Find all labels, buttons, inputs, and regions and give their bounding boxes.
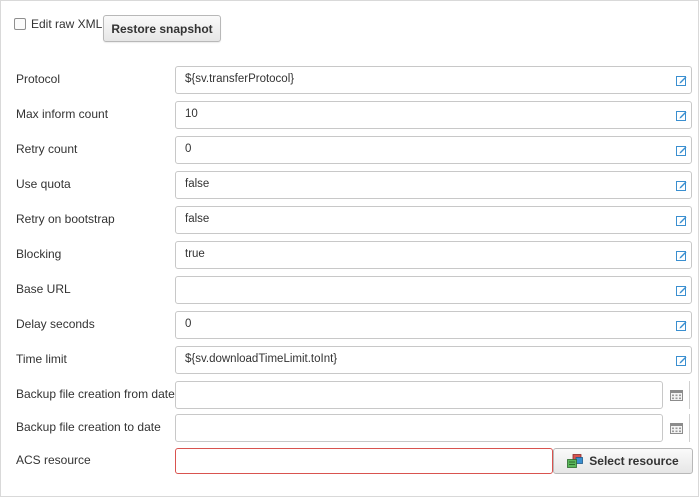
calendar-icon[interactable]: [663, 381, 690, 409]
edit-icon[interactable]: [676, 320, 687, 331]
edit-raw-xml-toggle[interactable]: Edit raw XML: [14, 17, 102, 31]
field-value: ${sv.downloadTimeLimit.toInt}: [185, 353, 338, 365]
field-label: Backup file creation from date: [16, 387, 175, 401]
field-value: false: [185, 178, 210, 190]
edit-raw-xml-checkbox[interactable]: [14, 18, 26, 30]
select-resource-button[interactable]: Select resource: [553, 448, 693, 474]
edit-icon[interactable]: [676, 285, 687, 296]
select-resource-label: Select resource: [589, 454, 679, 468]
field-row-retry-on-bootstrap: Retry on bootstrap false: [1, 206, 698, 234]
acs-resource-input[interactable]: [175, 448, 553, 474]
field-value: 10: [185, 108, 198, 120]
field-value: true: [185, 248, 205, 260]
edit-icon[interactable]: [676, 75, 687, 86]
field-label: Protocol: [16, 72, 61, 86]
calendar-icon[interactable]: [663, 414, 690, 442]
backup-to-date-input[interactable]: [175, 414, 663, 442]
edit-raw-xml-label: Edit raw XML: [31, 17, 103, 31]
field-row-backup-to-date: Backup file creation to date: [1, 414, 698, 442]
use-quota-input[interactable]: false: [175, 171, 692, 199]
field-label: Use quota: [16, 177, 71, 191]
field-label: ACS resource: [16, 453, 91, 467]
edit-icon[interactable]: [676, 215, 687, 226]
field-row-time-limit: Time limit ${sv.downloadTimeLimit.toInt}: [1, 346, 698, 374]
edit-icon[interactable]: [676, 355, 687, 366]
retry-on-bootstrap-input[interactable]: false: [175, 206, 692, 234]
time-limit-input[interactable]: ${sv.downloadTimeLimit.toInt}: [175, 346, 692, 374]
edit-icon[interactable]: [676, 250, 687, 261]
edit-icon[interactable]: [676, 180, 687, 191]
field-label: Retry on bootstrap: [16, 212, 115, 226]
field-label: Time limit: [16, 352, 67, 366]
field-value: false: [185, 213, 210, 225]
field-label: Delay seconds: [16, 317, 95, 331]
delay-seconds-input[interactable]: 0: [175, 311, 692, 339]
restore-snapshot-button[interactable]: Restore snapshot: [103, 15, 221, 42]
retry-count-input[interactable]: 0: [175, 136, 692, 164]
field-row-protocol: Protocol ${sv.transferProtocol}: [1, 66, 698, 94]
field-row-max-inform-count: Max inform count 10: [1, 101, 698, 129]
field-label: Base URL: [16, 282, 71, 296]
field-label: Blocking: [16, 247, 62, 261]
field-row-base-url: Base URL: [1, 276, 698, 304]
max-inform-count-input[interactable]: 10: [175, 101, 692, 129]
field-row-delay-seconds: Delay seconds 0: [1, 311, 698, 339]
resource-icon: [567, 454, 584, 468]
field-row-retry-count: Retry count 0: [1, 136, 698, 164]
field-label: Retry count: [16, 142, 78, 156]
field-label: Max inform count: [16, 107, 109, 121]
field-label: Backup file creation to date: [16, 420, 161, 434]
edit-icon[interactable]: [676, 110, 687, 121]
field-value: ${sv.transferProtocol}: [185, 73, 295, 85]
field-value: 0: [185, 143, 192, 155]
edit-icon[interactable]: [676, 145, 687, 156]
settings-panel: Edit raw XML Restore snapshot Protocol $…: [0, 0, 699, 497]
backup-from-date-input[interactable]: [175, 381, 663, 409]
field-value: 0: [185, 318, 192, 330]
protocol-input[interactable]: ${sv.transferProtocol}: [175, 66, 692, 94]
field-row-use-quota: Use quota false: [1, 171, 698, 199]
field-row-blocking: Blocking true: [1, 241, 698, 269]
blocking-input[interactable]: true: [175, 241, 692, 269]
field-row-backup-from-date: Backup file creation from date: [1, 381, 698, 409]
base-url-input[interactable]: [175, 276, 692, 304]
field-row-acs-resource: ACS resource Select resource: [1, 448, 698, 476]
